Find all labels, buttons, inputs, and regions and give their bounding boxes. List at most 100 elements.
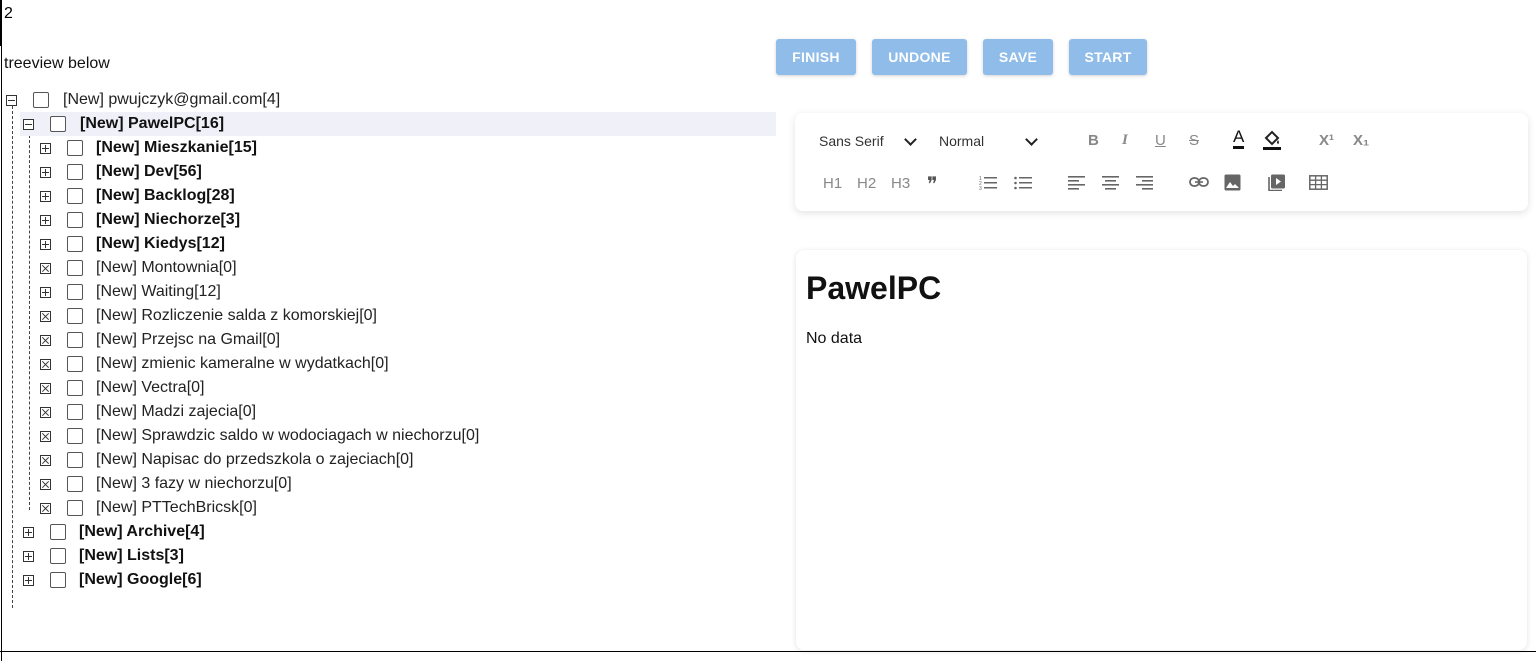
tree-node[interactable]: [New] Archive[4]: [23, 520, 205, 544]
strike-button[interactable]: S: [1189, 132, 1199, 149]
expand-icon[interactable]: [40, 166, 51, 178]
font-select[interactable]: Sans Serif: [819, 132, 917, 149]
tree-node[interactable]: [New] 3 fazy w niechorzu[0]: [40, 472, 292, 496]
document-body: No data: [806, 330, 863, 347]
tree-node-label: [New] Lists[3]: [79, 547, 184, 564]
text-color-button[interactable]: A: [1233, 128, 1245, 149]
treeview-caption: treeview below: [4, 55, 110, 72]
checkbox[interactable]: [67, 188, 83, 204]
tree-node[interactable]: [New] Sprawdzic saldo w wodociagach w ni…: [40, 424, 479, 448]
align-center-icon[interactable]: [1102, 175, 1119, 191]
tree-node[interactable]: [New] Mieszkanie[15]: [40, 136, 257, 160]
svg-text:3: 3: [979, 186, 982, 191]
window-bottom-border: [0, 651, 1536, 652]
h3-button[interactable]: H3: [891, 175, 910, 192]
expand-icon[interactable]: [23, 574, 34, 586]
collapse-icon[interactable]: [23, 118, 34, 130]
subscript-button[interactable]: X₁: [1353, 132, 1369, 149]
table-icon[interactable]: [1309, 175, 1328, 190]
checkbox[interactable]: [67, 476, 83, 492]
tree-node[interactable]: [New] Google[6]: [23, 568, 202, 592]
checkbox[interactable]: [67, 236, 83, 252]
checkbox[interactable]: [50, 548, 66, 564]
expand-icon[interactable]: [40, 214, 51, 226]
leaf-icon: [40, 502, 51, 514]
expand-icon[interactable]: [40, 286, 51, 298]
superscript-button[interactable]: X¹: [1319, 132, 1334, 149]
underline-button[interactable]: U: [1155, 132, 1166, 149]
checkbox[interactable]: [67, 140, 83, 156]
align-right-icon[interactable]: [1136, 175, 1153, 191]
link-icon[interactable]: [1189, 176, 1209, 188]
size-select-value: Normal: [939, 133, 985, 149]
bullet-list-icon[interactable]: [1014, 175, 1032, 191]
tree-node-root[interactable]: [New] pwujczyk@gmail.com[4]: [6, 88, 280, 112]
checkbox[interactable]: [67, 212, 83, 228]
h2-button[interactable]: H2: [857, 175, 876, 192]
chevron-down-icon: [903, 132, 917, 146]
fill-color-icon[interactable]: [1262, 129, 1282, 151]
leaf-icon: [40, 406, 51, 418]
bold-button[interactable]: B: [1088, 132, 1099, 149]
tree-node[interactable]: [New] Backlog[28]: [40, 184, 235, 208]
italic-button[interactable]: I: [1122, 132, 1128, 149]
tree-connector-pawelpc: [29, 130, 30, 510]
undone-button[interactable]: UNDONE: [872, 39, 967, 75]
tree-node[interactable]: [New] Przejsc na Gmail[0]: [40, 328, 280, 352]
size-select[interactable]: Normal: [939, 132, 1038, 149]
checkbox[interactable]: [67, 164, 83, 180]
tree-node[interactable]: [New] zmienic kameralne w wydatkach[0]: [40, 352, 389, 376]
checkbox[interactable]: [50, 572, 66, 588]
tree-node[interactable]: [New] Vectra[0]: [40, 376, 205, 400]
chevron-down-icon: [1025, 132, 1038, 146]
checkbox[interactable]: [67, 308, 83, 324]
tree-node[interactable]: [New] Dev[56]: [40, 160, 202, 184]
tree-node[interactable]: [New] Napisac do przedszkola o zajeciach…: [40, 448, 414, 472]
window-edge-line: [1, 0, 2, 661]
align-left-icon[interactable]: [1068, 175, 1085, 191]
finish-button[interactable]: FINISH: [776, 39, 856, 75]
tree-node-label: [New] Niechorze[3]: [96, 211, 241, 228]
expand-icon[interactable]: [40, 142, 51, 154]
tree-node[interactable]: [New] Niechorze[3]: [40, 208, 240, 232]
checkbox[interactable]: [67, 452, 83, 468]
expand-icon[interactable]: [40, 238, 51, 250]
leaf-icon: [40, 478, 51, 490]
video-icon[interactable]: [1268, 174, 1286, 191]
checkbox[interactable]: [67, 260, 83, 276]
image-icon[interactable]: [1224, 174, 1241, 191]
save-button[interactable]: SAVE: [983, 39, 1053, 75]
h1-button[interactable]: H1: [823, 175, 842, 192]
expand-icon[interactable]: [40, 190, 51, 202]
checkbox[interactable]: [67, 380, 83, 396]
blockquote-button[interactable]: ❞: [927, 172, 938, 197]
checkbox[interactable]: [50, 524, 66, 540]
tree-node[interactable]: [New] Madzi zajecia[0]: [40, 400, 256, 424]
tree-node[interactable]: [New] Rozliczenie salda z komorskiej[0]: [40, 304, 377, 328]
expand-icon[interactable]: [23, 550, 34, 562]
collapse-icon[interactable]: [6, 94, 17, 106]
tree-node[interactable]: [New] Waiting[12]: [40, 280, 221, 304]
tree-node-label: [New] Sprawdzic saldo w wodociagach w ni…: [96, 427, 480, 444]
checkbox[interactable]: [67, 404, 83, 420]
checkbox[interactable]: [67, 284, 83, 300]
tree-node-label: [New] Przejsc na Gmail[0]: [96, 331, 281, 348]
checkbox[interactable]: [33, 92, 49, 108]
checkbox[interactable]: [67, 356, 83, 372]
tree-node[interactable]: [New] Montownia[0]: [40, 256, 237, 280]
tree-node[interactable]: [New] Lists[3]: [23, 544, 184, 568]
tree-node-pawelpc[interactable]: [New] PawelPC[16]: [20, 112, 776, 136]
tree-connector-root: [12, 106, 13, 608]
checkbox[interactable]: [50, 116, 66, 132]
expand-icon[interactable]: [23, 526, 34, 538]
leaf-icon: [40, 454, 51, 466]
tree-node[interactable]: [New] PTTechBricsk[0]: [40, 496, 257, 520]
checkbox[interactable]: [67, 500, 83, 516]
tree-node-label: [New] pwujczyk@gmail.com[4]: [63, 91, 281, 108]
editor-content[interactable]: PawelPC No data: [796, 250, 1527, 650]
ordered-list-icon[interactable]: 1 2 3: [979, 175, 997, 191]
checkbox[interactable]: [67, 428, 83, 444]
tree-node[interactable]: [New] Kiedys[12]: [40, 232, 225, 256]
start-button[interactable]: START: [1069, 39, 1147, 75]
checkbox[interactable]: [67, 332, 83, 348]
